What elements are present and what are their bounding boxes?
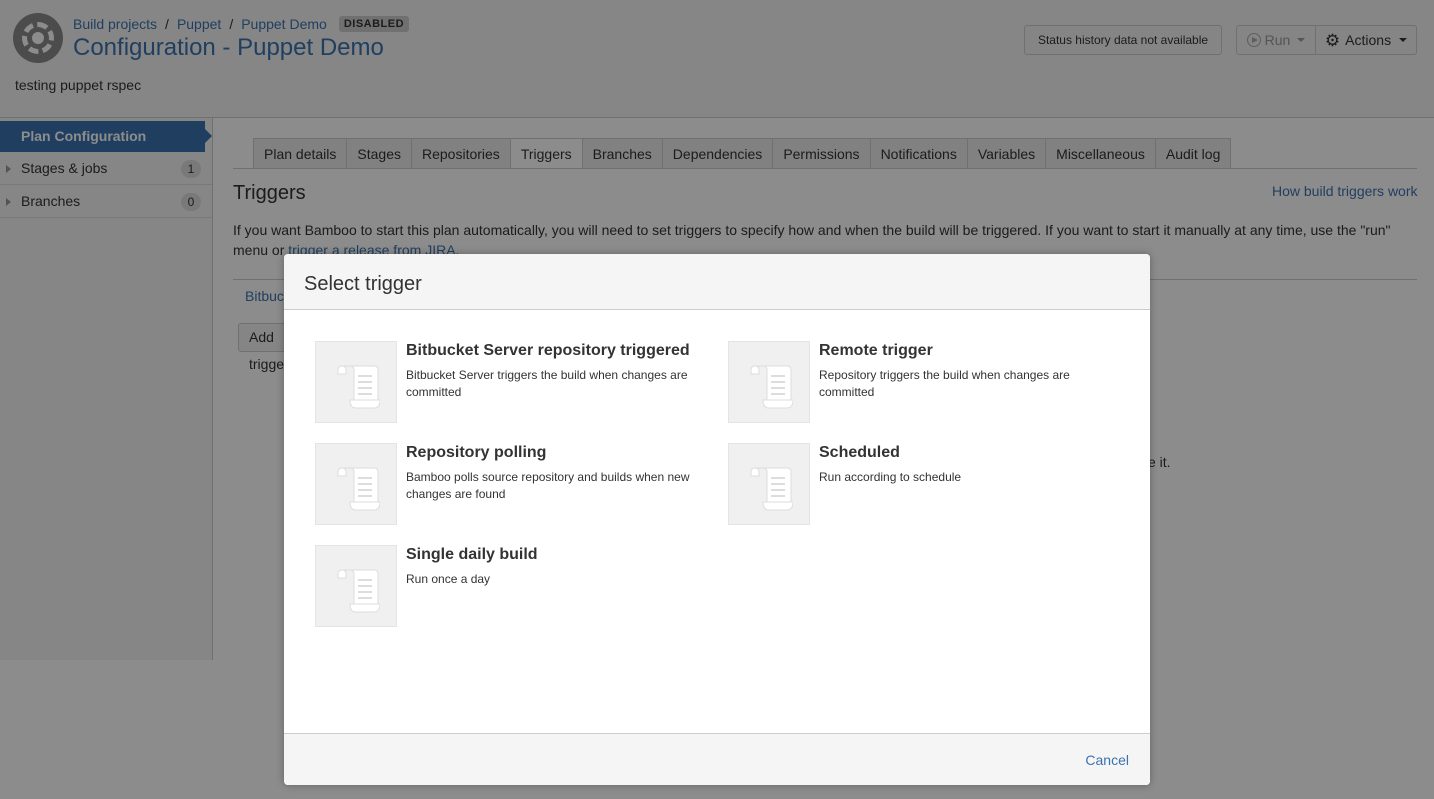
trigger-option-title: Repository polling (406, 444, 547, 461)
scroll-icon-graphic (337, 365, 380, 409)
trigger-option-scheduled[interactable]: Scheduled Run according to schedule (728, 443, 1108, 525)
scroll-icon-graphic (750, 467, 793, 511)
scroll-icon (315, 341, 397, 423)
scroll-icon (728, 443, 810, 525)
select-trigger-dialog: Select trigger Bitbucket Server reposito… (284, 254, 1150, 785)
trigger-option-description: Run according to schedule (819, 470, 962, 484)
trigger-option-title: Single daily build (406, 546, 538, 563)
scroll-icon (315, 545, 397, 627)
scroll-icon-graphic (750, 365, 793, 409)
trigger-option-description: Run once a day (406, 572, 491, 586)
cancel-button[interactable]: Cancel (1085, 752, 1129, 768)
trigger-option-repository-polling[interactable]: Repository polling Bamboo polls source r… (315, 443, 695, 525)
trigger-option-remote[interactable]: Remote trigger Repository triggers the b… (728, 341, 1108, 423)
trigger-option-bitbucket-server[interactable]: Bitbucket Server repository triggered Bi… (315, 341, 695, 423)
dialog-footer: Cancel (284, 733, 1150, 785)
scroll-icon-graphic (337, 467, 380, 511)
trigger-option-description: Repository triggers the build when chang… (819, 368, 1070, 399)
trigger-option-title: Bitbucket Server repository triggered (406, 342, 690, 359)
trigger-option-title: Remote trigger (819, 342, 933, 359)
dialog-header: Select trigger (284, 254, 1150, 310)
scroll-icon-graphic (337, 569, 380, 613)
trigger-option-title: Scheduled (819, 444, 900, 461)
scroll-icon (315, 443, 397, 525)
trigger-option-description: Bamboo polls source repository and build… (406, 470, 690, 501)
scroll-icon (728, 341, 810, 423)
trigger-option-description: Bitbucket Server triggers the build when… (406, 368, 688, 399)
dialog-title: Select trigger (304, 273, 422, 295)
trigger-option-single-daily-build[interactable]: Single daily build Run once a day (315, 545, 695, 627)
